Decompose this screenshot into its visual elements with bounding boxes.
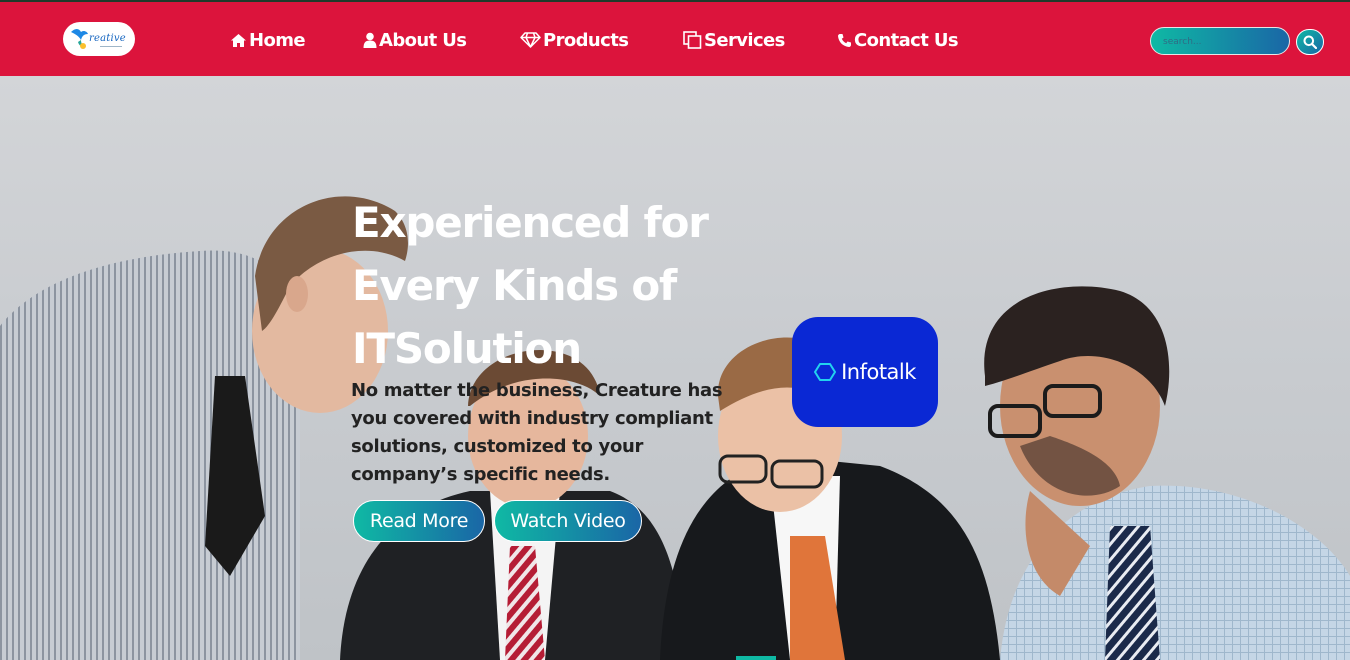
diamond-icon	[520, 32, 541, 48]
infotalk-label: Infotalk	[841, 360, 916, 384]
navbar: reative Home About Us Products Services …	[0, 2, 1350, 76]
nav-contact-us-label: Contact Us	[854, 29, 959, 51]
nav-products[interactable]: Products	[520, 27, 629, 53]
search-icon	[1303, 35, 1317, 49]
phone-icon	[838, 33, 851, 47]
nav-contact-us[interactable]: Contact Us	[837, 27, 959, 53]
infotalk-badge[interactable]: Infotalk	[792, 317, 938, 427]
search-field	[1150, 27, 1290, 55]
logo-underline	[100, 46, 122, 47]
watch-video-button[interactable]: Watch Video	[494, 500, 642, 542]
nav-about-us-label: About Us	[379, 29, 467, 51]
search-input[interactable]	[1161, 29, 1285, 55]
chat-bubble-icon	[814, 363, 837, 381]
nav-about-us[interactable]: About Us	[363, 27, 467, 53]
read-more-button[interactable]: Read More	[353, 500, 485, 542]
hero-description: No matter the business, Creature has you…	[351, 380, 723, 485]
hero-title: Experienced for Every Kinds of ITSolutio…	[352, 198, 709, 373]
logo[interactable]: reative	[63, 22, 135, 56]
hero-section: Experienced for Every Kinds of ITSolutio…	[0, 76, 1350, 660]
user-icon	[363, 32, 377, 48]
nav-products-label: Products	[543, 29, 629, 51]
bird-logo-icon	[71, 29, 88, 49]
nav-home-label: Home	[249, 29, 306, 51]
nav-home[interactable]: Home	[230, 27, 306, 53]
home-icon	[231, 33, 246, 47]
logo-text: reative	[89, 33, 126, 44]
nav-services[interactable]: Services	[683, 27, 785, 53]
search-button[interactable]	[1296, 29, 1324, 55]
scroll-indicator	[736, 656, 776, 660]
nav-services-label: Services	[704, 29, 785, 51]
copy-icon	[683, 31, 702, 49]
